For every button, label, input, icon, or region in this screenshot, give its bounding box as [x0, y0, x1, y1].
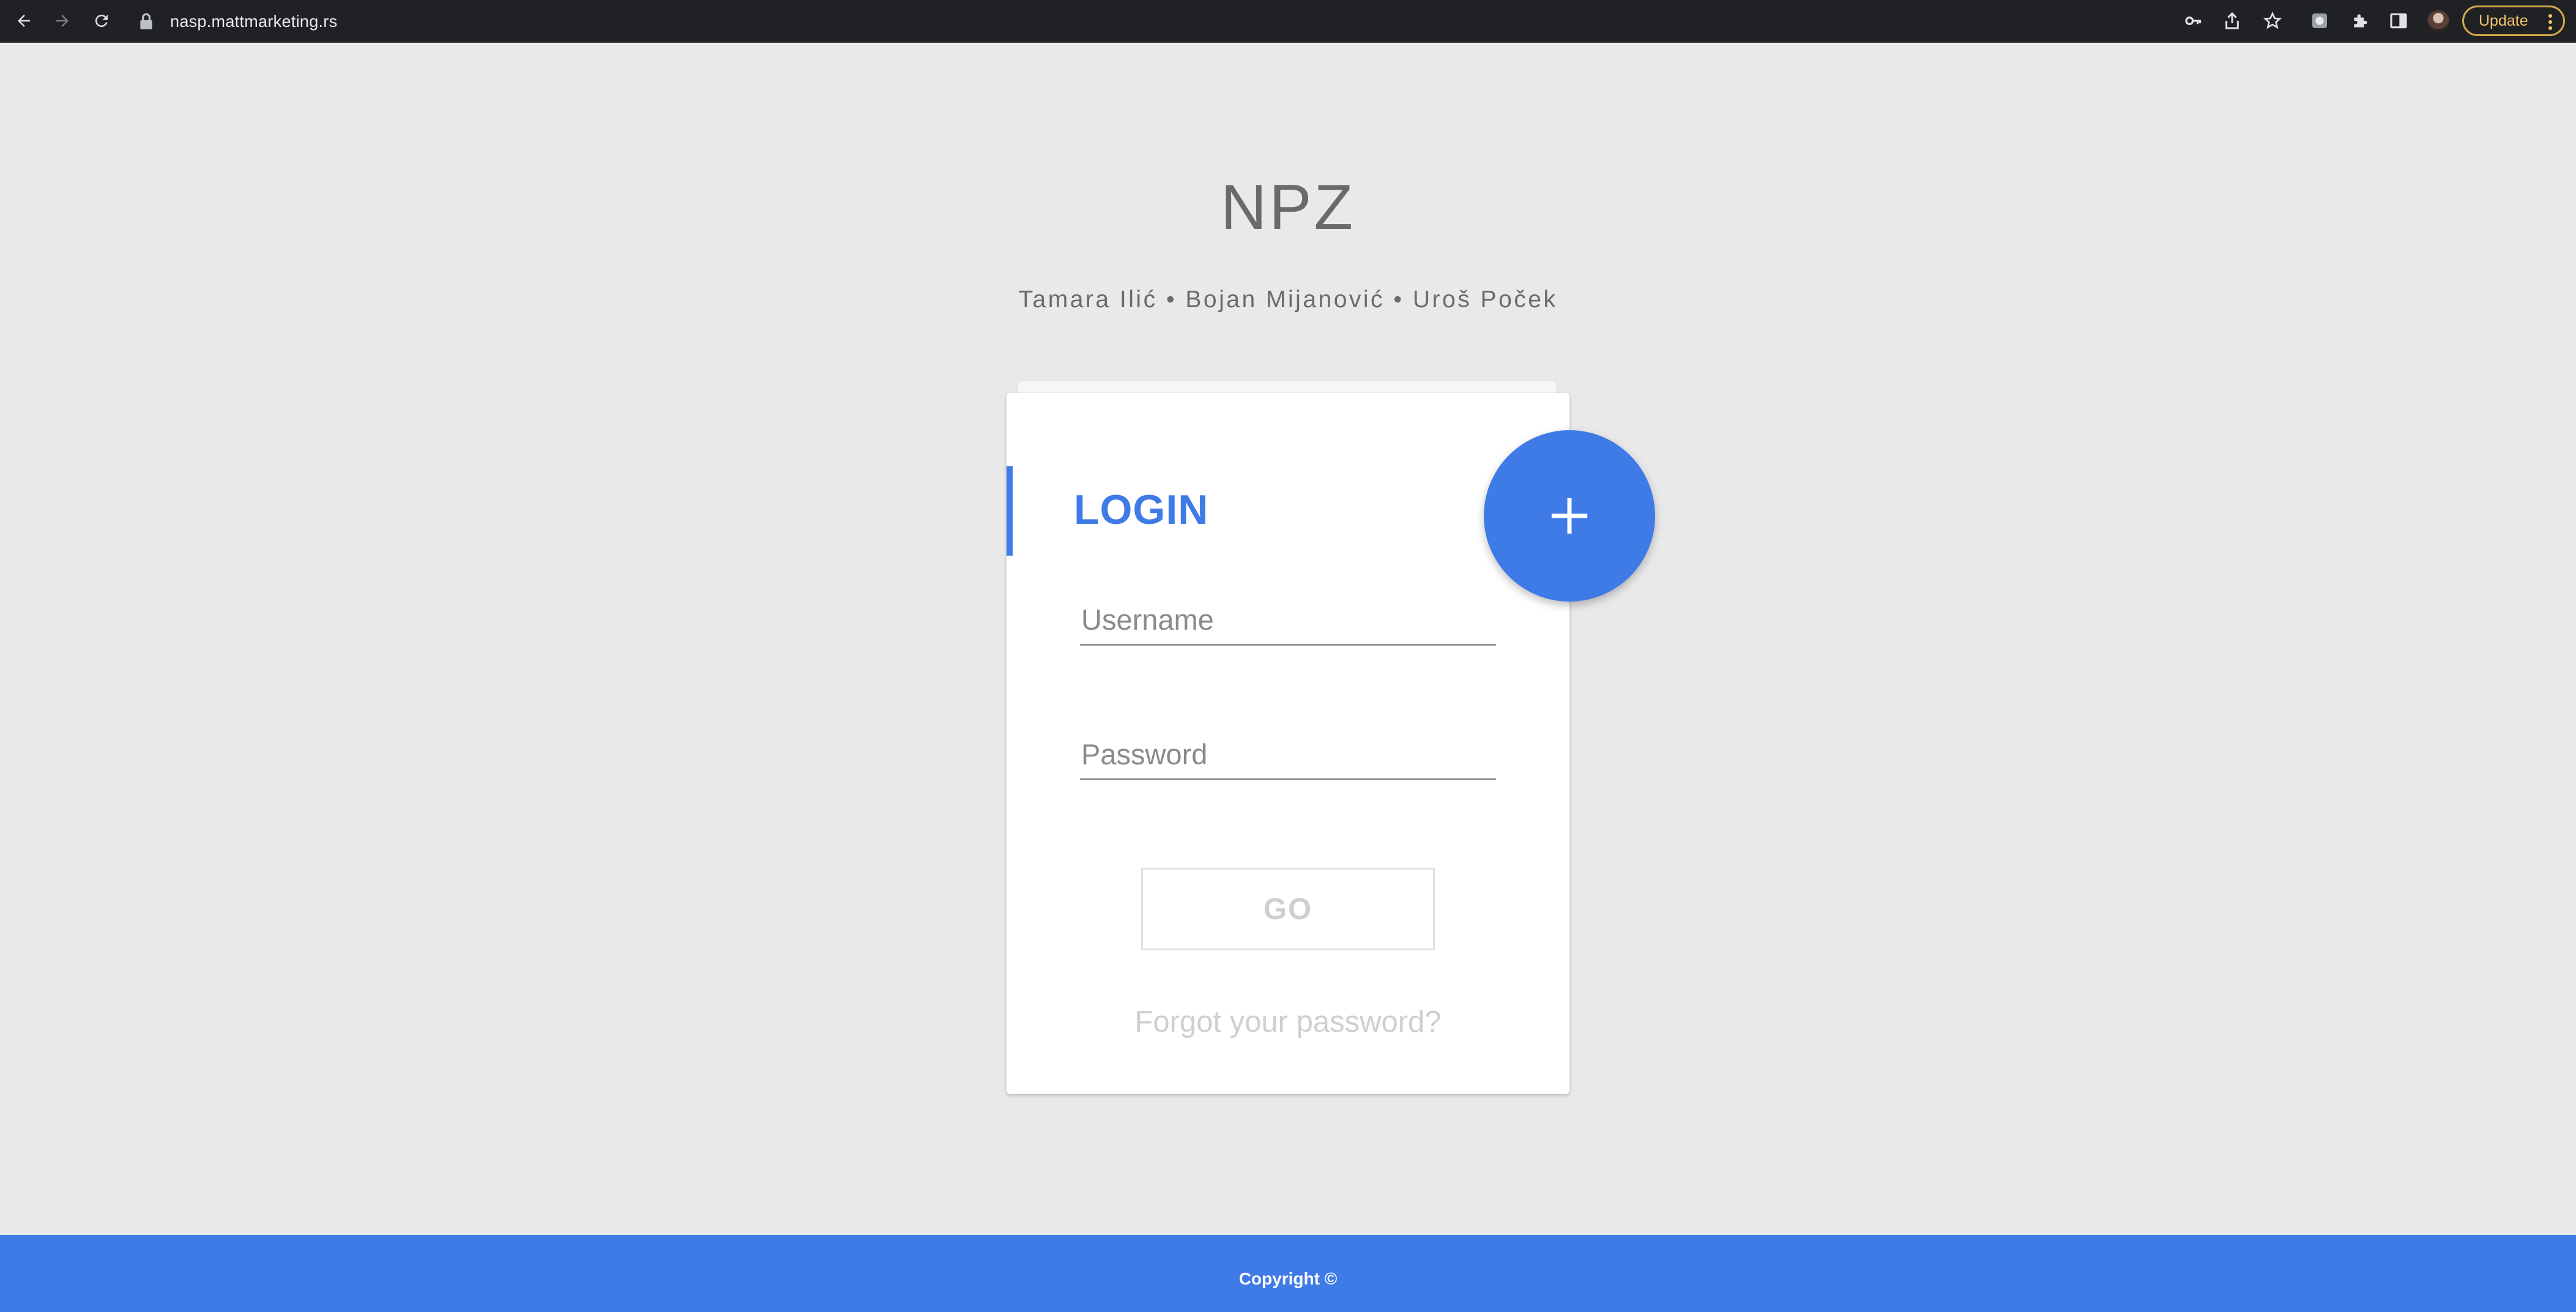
update-button[interactable]: Update [2462, 6, 2565, 36]
page-title: NPZ [1221, 172, 1355, 243]
username-input[interactable] [1080, 595, 1497, 644]
login-title: LOGIN [1074, 486, 1209, 533]
password-input[interactable] [1080, 729, 1497, 778]
key-icon[interactable] [2180, 7, 2207, 34]
authors-subtitle: Tamara Ilić • Bojan Mijanović • Uroš Poč… [1018, 286, 1558, 313]
forward-arrow-icon[interactable] [49, 7, 76, 34]
side-panel-icon[interactable] [2385, 7, 2412, 34]
more-vert-icon [2548, 14, 2552, 30]
extension-square-icon[interactable] [2306, 7, 2333, 34]
avatar[interactable] [2427, 10, 2449, 32]
back-arrow-icon[interactable] [10, 7, 37, 34]
register-fab-button[interactable] [1484, 430, 1655, 602]
username-field [1080, 595, 1497, 646]
go-button[interactable]: GO [1141, 868, 1435, 950]
update-label: Update [2479, 12, 2528, 29]
star-icon[interactable] [2259, 7, 2286, 34]
puzzle-icon[interactable] [2347, 7, 2374, 34]
url-text[interactable]: nasp.mattmarketing.rs [170, 12, 337, 31]
password-field [1080, 729, 1497, 780]
reload-icon[interactable] [88, 7, 115, 34]
forgot-password-link[interactable]: Forgot your password? [1007, 1005, 1569, 1039]
browser-toolbar: nasp.mattmarketing.rs Update [0, 0, 2576, 43]
card-accent-bar [1007, 466, 1013, 556]
plus-icon [1551, 498, 1588, 534]
copyright-text: Copyright © [1238, 1269, 1338, 1288]
share-icon[interactable] [2219, 7, 2246, 34]
lock-icon[interactable] [138, 12, 154, 31]
address-bar[interactable]: nasp.mattmarketing.rs [138, 6, 2157, 37]
